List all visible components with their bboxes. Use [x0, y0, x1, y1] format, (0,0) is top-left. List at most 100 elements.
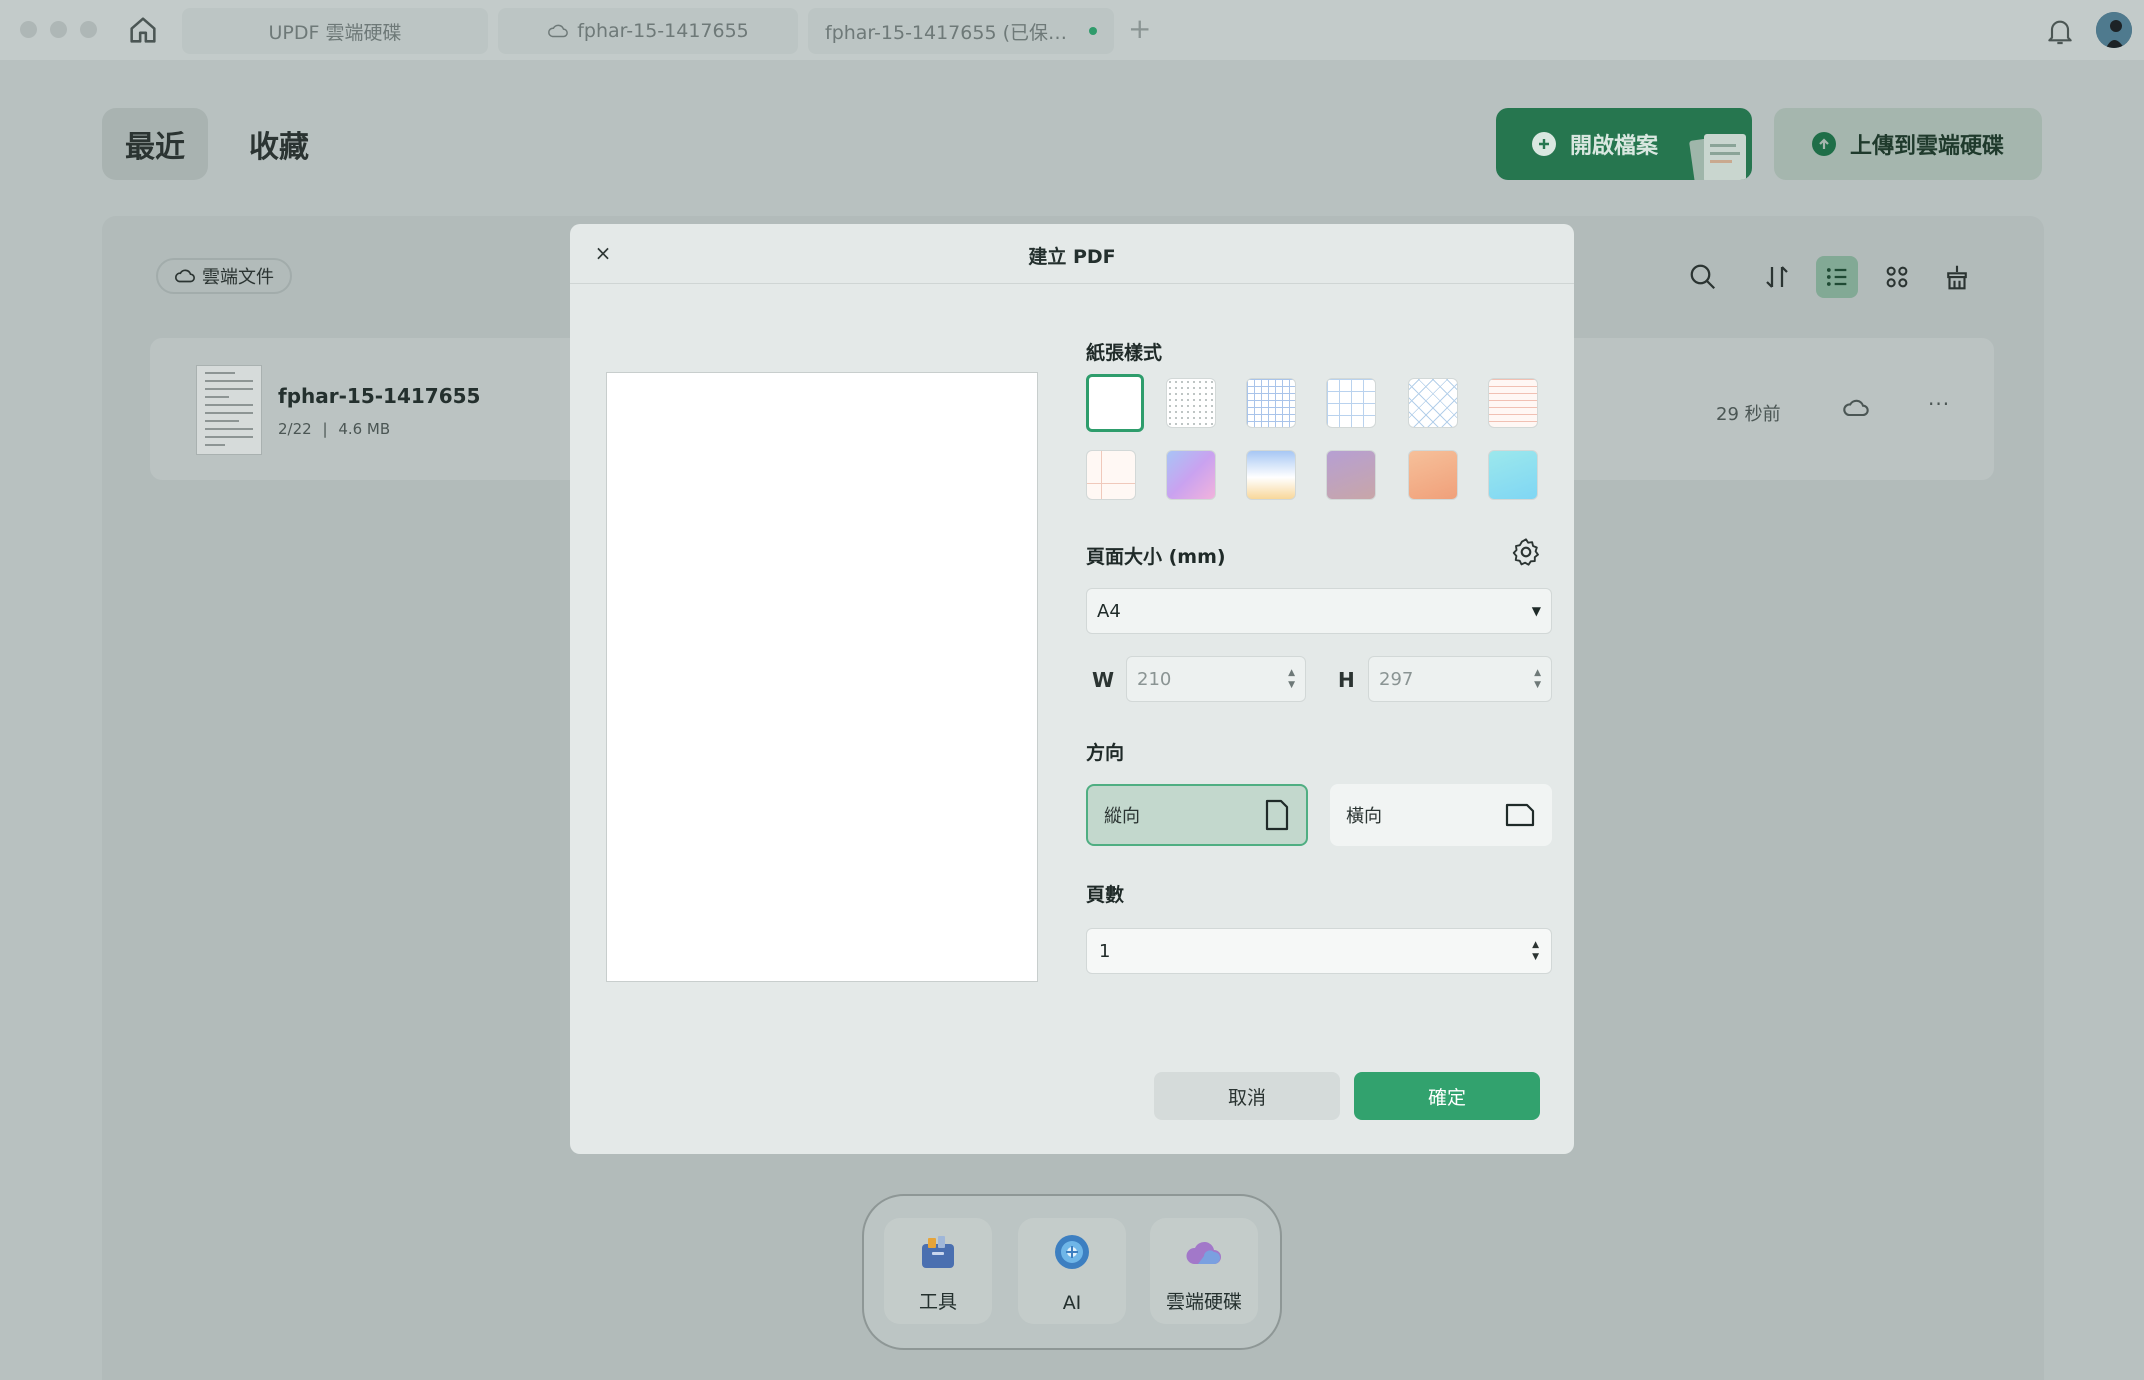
tab-label: UPDF 雲端硬碟 [268, 21, 402, 44]
width-input[interactable]: 210 ▲ ▼ [1126, 656, 1306, 702]
tab-label: fphar-15-1417655 [577, 20, 749, 42]
bell-icon[interactable] [2044, 14, 2076, 48]
paper-style-blank[interactable] [1086, 374, 1144, 432]
page-size-value: A4 [1097, 600, 1121, 622]
filter-label: 雲端文件 [202, 267, 274, 288]
user-avatar-icon [2096, 12, 2132, 48]
file-name: fphar-15-1417655 [278, 384, 481, 408]
cloud-drive-icon [1186, 1241, 1221, 1264]
minimize-window-button[interactable] [50, 21, 67, 38]
clean-button[interactable] [1936, 256, 1978, 298]
paper-style-gradient-purple[interactable] [1166, 450, 1216, 500]
width-value: 210 [1137, 668, 1172, 690]
paper-style-gradient-mauve[interactable] [1326, 450, 1376, 500]
paper-style-ruled[interactable] [1488, 378, 1538, 428]
grid-view-icon [1886, 266, 1908, 288]
dialog-title: 建立 PDF [1028, 246, 1116, 268]
stepper-icon[interactable]: ▲ ▼ [1288, 667, 1295, 691]
tab-recent[interactable]: 最近 [102, 108, 208, 180]
dock-cloud-button[interactable]: 雲端硬碟 [1150, 1218, 1258, 1324]
grid-view-button[interactable] [1876, 256, 1918, 298]
page-size-label: 頁面大小 (mm) [1086, 546, 1226, 568]
page-count-input[interactable]: 1 ▲ ▼ [1086, 928, 1552, 974]
paper-style-gradient-sunrise[interactable] [1246, 450, 1296, 500]
paper-style-blue-grid[interactable] [1246, 378, 1296, 428]
meta-separator: | [322, 420, 328, 438]
tab-updf-cloud[interactable]: UPDF 雲端硬碟 [182, 8, 488, 54]
cloud-icon [548, 24, 569, 38]
search-button[interactable] [1682, 256, 1724, 298]
portrait-page-icon [1265, 799, 1289, 831]
portrait-label: 縱向 [1104, 806, 1140, 827]
file-thumbnail [196, 365, 262, 455]
landscape-page-icon [1505, 803, 1535, 827]
orientation-label: 方向 [1086, 742, 1125, 764]
zoom-window-button[interactable] [80, 21, 97, 38]
list-view-button[interactable] [1816, 256, 1858, 298]
orientation-portrait-option[interactable]: 縱向 [1086, 784, 1308, 846]
orientation-landscape-option[interactable]: 橫向 [1330, 784, 1552, 846]
height-value: 297 [1379, 668, 1414, 690]
dock-tools-button[interactable]: 工具 [884, 1218, 992, 1324]
upload-to-cloud-button[interactable]: 上傳到雲端硬碟 [1774, 108, 2042, 180]
more-options-button[interactable]: ··· [1928, 392, 1950, 416]
broom-icon [1947, 265, 1967, 290]
documents-icon [1689, 134, 1746, 180]
upload-arrow-icon [1811, 132, 1836, 156]
sort-icon [1766, 266, 1788, 288]
title-bar: UPDF 雲端硬碟 fphar-15-1417655 fphar-15-1417… [0, 0, 2144, 60]
tab-document[interactable]: fphar-15-1417655 [498, 8, 798, 54]
confirm-button[interactable]: 確定 [1354, 1072, 1540, 1120]
cancel-button[interactable]: 取消 [1154, 1072, 1340, 1120]
paper-style-label: 紙張樣式 [1086, 342, 1163, 364]
dock-label: AI [1062, 1292, 1082, 1314]
height-label: H [1338, 668, 1355, 692]
close-window-button[interactable] [20, 21, 37, 38]
tab-favorites[interactable]: 收藏 [240, 108, 318, 180]
cloud-sync-icon[interactable] [1842, 396, 1870, 420]
tab-document-saved[interactable]: fphar-15-1417655 (已保… [808, 8, 1114, 54]
page-count-value: 1 [1099, 940, 1111, 962]
width-label: W [1092, 668, 1115, 692]
page-preview [606, 372, 1038, 982]
file-pages: 2/22 [278, 420, 312, 438]
dock-label: 工具 [918, 1291, 957, 1313]
paper-style-large-grid[interactable] [1326, 378, 1376, 428]
open-file-button[interactable]: 開啟檔案 [1496, 108, 1752, 180]
dock-ai-button[interactable]: AI [1018, 1218, 1126, 1324]
paper-style-gradient-peach[interactable] [1408, 450, 1458, 500]
tab-label: fphar-15-1417655 (已保… [825, 21, 1067, 44]
open-file-label: 開啟檔案 [1570, 134, 1659, 159]
paper-style-dot-grid[interactable] [1166, 378, 1216, 428]
stepper-icon[interactable]: ▲ ▼ [1534, 667, 1541, 691]
unsaved-dot-icon [1089, 27, 1097, 35]
paper-style-gradient-aqua[interactable] [1488, 450, 1538, 500]
ai-orb-icon [1055, 1235, 1089, 1269]
avatar[interactable] [2096, 12, 2132, 48]
create-pdf-dialog: × 建立 PDF 紙張樣式 頁面大小 (mm) A4 ▼ W 210 ▲ ▼ H … [570, 224, 1574, 1154]
chevron-down-icon: ▼ [1531, 604, 1541, 618]
gear-icon[interactable] [1510, 536, 1542, 568]
sort-button[interactable] [1756, 256, 1798, 298]
stepper-icon[interactable]: ▲ ▼ [1532, 939, 1539, 963]
dock-label: 雲端硬碟 [1165, 1291, 1242, 1313]
upload-label: 上傳到雲端硬碟 [1849, 134, 2004, 159]
file-modified-time: 29 秒前 [1716, 404, 1781, 425]
list-view-icon [1826, 268, 1847, 286]
paper-style-cornell[interactable] [1086, 450, 1136, 500]
cloud-icon [175, 269, 195, 283]
home-icon[interactable] [126, 13, 160, 47]
page-count-label: 頁數 [1086, 884, 1125, 906]
file-size: 4.6 MB [338, 420, 391, 438]
page-size-select[interactable]: A4 ▼ [1086, 588, 1552, 634]
dialog-header: × 建立 PDF [570, 224, 1574, 284]
paper-style-diamond-grid[interactable] [1408, 378, 1458, 428]
cloud-documents-filter[interactable]: 雲端文件 [156, 258, 292, 294]
plus-circle-icon [1532, 132, 1556, 156]
search-icon [1690, 264, 1716, 290]
toolbox-icon [922, 1236, 954, 1268]
new-tab-button[interactable]: + [1128, 12, 1151, 45]
height-input[interactable]: 297 ▲ ▼ [1368, 656, 1552, 702]
landscape-label: 橫向 [1346, 806, 1382, 827]
file-meta: 2/22 | 4.6 MB [278, 420, 390, 438]
